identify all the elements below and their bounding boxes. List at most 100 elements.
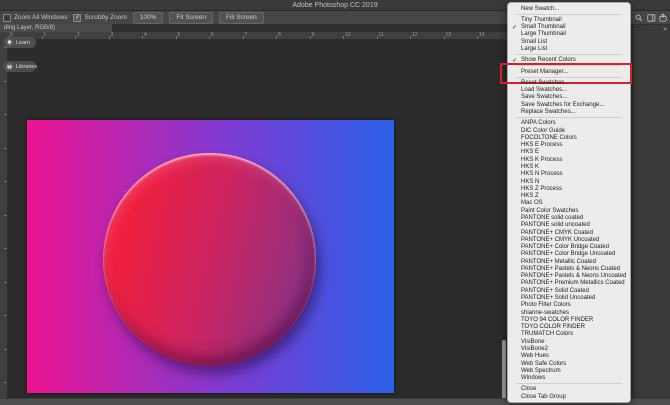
menu-item-web-spectrum[interactable]: Web Spectrum xyxy=(508,367,630,374)
menu-item-label: PANTONE+ Premium Metallics Coated xyxy=(521,280,625,286)
ruler-number: 13 xyxy=(446,32,452,38)
menu-item-pantone-cmyk-coated[interactable]: PANTONE+ CMYK Coated xyxy=(508,229,630,236)
menu-item-focoltone-colors[interactable]: FOCOLTONE Colors xyxy=(508,134,630,141)
collapse-panels-icon[interactable]: » xyxy=(663,26,667,33)
checkmark-icon: ✓ xyxy=(512,57,517,64)
menu-item-web-safe-colors[interactable]: Web Safe Colors xyxy=(508,360,630,367)
menu-item-hks-z-process[interactable]: HKS Z Process xyxy=(508,185,630,192)
menu-item-pantone-pastels-neons-uncoated[interactable]: PANTONE+ Pastels & Neons Uncoated xyxy=(508,273,630,280)
share-icon[interactable] xyxy=(659,13,667,22)
option-checkbox-scrubby-zoom[interactable]: ✓Scrubby Zoom xyxy=(73,14,126,22)
vertical-scrollbar-thumb[interactable] xyxy=(502,340,506,405)
option-button-100[interactable]: 100% xyxy=(133,12,164,24)
menu-item-visibone2[interactable]: VisiBone2 xyxy=(508,345,630,352)
checkbox-checked-icon[interactable]: ✓ xyxy=(73,14,81,22)
menu-item-show-recent-colors[interactable]: ✓Show Recent Colors xyxy=(508,57,630,64)
option-checkbox-zoom-all-windows[interactable]: Zoom All Windows xyxy=(3,14,67,22)
menu-item-label: Close Tab Group xyxy=(521,394,566,400)
menu-item-pantone-color-bridge-uncoated[interactable]: PANTONE+ Color Bridge Uncoated xyxy=(508,251,630,258)
menu-item-pantone-premium-metallics-coated[interactable]: PANTONE+ Premium Metallics Coated xyxy=(508,280,630,287)
option-button-fit-screen[interactable]: Fit Screen xyxy=(169,12,213,24)
document-tab[interactable]: ding Layer, RGB/8) xyxy=(0,24,112,32)
menu-item-label: PANTONE solid uncoated xyxy=(521,222,590,228)
document-tab-label: ding Layer, RGB/8) xyxy=(4,25,55,31)
menu-item-label: PANTONE+ Solid Uncoated xyxy=(521,295,595,301)
menu-item-label: DIC Color Guide xyxy=(521,128,565,134)
menu-item-pantone-color-bridge-coated[interactable]: PANTONE+ Color Bridge Coated xyxy=(508,243,630,250)
menu-item-windows[interactable]: Windows xyxy=(508,375,630,382)
menu-item-photo-filter-colors[interactable]: Photo Filter Colors xyxy=(508,302,630,309)
menu-item-new-swatch[interactable]: New Swatch... xyxy=(508,5,630,12)
ruler-number: 7 xyxy=(245,32,248,38)
document-canvas[interactable] xyxy=(27,120,394,393)
menu-item-reset-swatches[interactable]: Reset Swatches... xyxy=(508,79,630,86)
menu-item-close[interactable]: Close xyxy=(508,386,630,393)
menu-item-save-swatches-for-exchange[interactable]: Save Swatches for Exchange... xyxy=(508,101,630,108)
menu-item-hks-z[interactable]: HKS Z xyxy=(508,192,630,199)
menu-item-label: HKS E xyxy=(521,149,539,155)
menu-item-pantone-pastels-neons-coated[interactable]: PANTONE+ Pastels & Neons Coated xyxy=(508,265,630,272)
ruler-number: 1 xyxy=(44,32,47,38)
workspace-icon[interactable] xyxy=(647,14,656,22)
menu-item-large-list[interactable]: Large List xyxy=(508,45,630,52)
menu-item-mac-os[interactable]: Mac OS xyxy=(508,200,630,207)
menu-item-hks-n[interactable]: HKS N xyxy=(508,178,630,185)
libraries-panel-label: Libraries xyxy=(16,64,37,70)
menu-item-pantone-solid-coated[interactable]: PANTONE solid coated xyxy=(508,214,630,221)
menu-item-replace-swatches[interactable]: Replace Swatches... xyxy=(508,108,630,115)
menu-item-anpa-colors[interactable]: ANPA Colors xyxy=(508,120,630,127)
photoshop-window: Adobe Photoshop CC 2019 Zoom All Windows… xyxy=(0,0,670,405)
menu-item-label: Mac OS xyxy=(521,200,543,206)
menu-item-hks-e-process[interactable]: HKS E Process xyxy=(508,142,630,149)
menu-item-hks-e[interactable]: HKS E xyxy=(508,149,630,156)
search-icon[interactable] xyxy=(635,14,643,22)
menu-item-preset-manager[interactable]: Preset Manager... xyxy=(508,68,630,75)
menu-item-pantone-solid-coated[interactable]: PANTONE+ Solid Coated xyxy=(508,287,630,294)
menu-item-small-thumbnail[interactable]: ✓ Small Thumbnail xyxy=(508,24,630,31)
menu-item-label: Tiny Thumbnail xyxy=(521,17,562,23)
menu-item-close-tab-group[interactable]: Close Tab Group xyxy=(508,393,630,400)
menu-item-label: Save Swatches for Exchange... xyxy=(521,102,604,108)
libraries-panel-button[interactable]: Libraries xyxy=(3,61,36,72)
menu-item-hks-n-process[interactable]: HKS N Process xyxy=(508,171,630,178)
menu-item-label: shianne-swatches xyxy=(521,310,569,316)
checkbox-unchecked-icon[interactable] xyxy=(3,14,11,22)
menu-item-label: Preset Manager... xyxy=(521,69,568,75)
menu-item-label: PANTONE+ CMYK Uncoated xyxy=(521,237,599,243)
menu-item-pantone-metallic-coated[interactable]: PANTONE+ Metallic Coated xyxy=(508,258,630,265)
menu-item-label: PANTONE+ Pastels & Neons Coated xyxy=(521,266,620,272)
menu-item-hks-k-process[interactable]: HKS K Process xyxy=(508,156,630,163)
menu-separator xyxy=(516,383,622,384)
menu-separator xyxy=(516,54,622,55)
menu-item-label: Paint Color Swatches xyxy=(521,208,578,214)
menu-item-save-swatches[interactable]: Save Swatches... xyxy=(508,94,630,101)
red-circle-artwork xyxy=(103,153,316,366)
menu-item-label: PANTONE+ Solid Coated xyxy=(521,288,589,294)
option-button-fill-screen[interactable]: Fill Screen xyxy=(219,12,264,24)
menu-item-pantone-solid-uncoated[interactable]: PANTONE solid uncoated xyxy=(508,222,630,229)
menu-item-hks-k[interactable]: HKS K xyxy=(508,163,630,170)
menu-item-label: New Swatch... xyxy=(521,6,559,12)
menu-item-toyo-color-finder[interactable]: TOYO COLOR FINDER xyxy=(508,324,630,331)
learn-panel-button[interactable]: Learn xyxy=(3,37,36,48)
menu-item-pantone-solid-uncoated[interactable]: PANTONE+ Solid Uncoated xyxy=(508,294,630,301)
menu-item-shianne-swatches[interactable]: shianne-swatches xyxy=(508,309,630,316)
menu-item-small-list[interactable]: Small List xyxy=(508,38,630,45)
window-title: Adobe Photoshop CC 2019 xyxy=(292,2,377,9)
menu-item-toyo-94-color-finder[interactable]: TOYO 94 COLOR FINDER xyxy=(508,316,630,323)
menu-item-visibone[interactable]: VisiBone xyxy=(508,338,630,345)
menu-item-load-swatches[interactable]: Load Swatches... xyxy=(508,87,630,94)
menu-item-label: Photo Filter Colors xyxy=(521,302,571,308)
menu-item-trumatch-colors[interactable]: TRUMATCH Colors xyxy=(508,331,630,338)
menu-item-pantone-cmyk-uncoated[interactable]: PANTONE+ CMYK Uncoated xyxy=(508,236,630,243)
option-checkbox-label: Zoom All Windows xyxy=(14,14,67,21)
ruler-number: 8 xyxy=(278,32,281,38)
menu-item-label: Small Thumbnail xyxy=(521,24,566,30)
menu-item-dic-color-guide[interactable]: DIC Color Guide xyxy=(508,127,630,134)
menu-item-tiny-thumbnail[interactable]: Tiny Thumbnail xyxy=(508,16,630,23)
checkmark-icon: ✓ xyxy=(512,24,517,31)
menu-item-label: Reset Swatches... xyxy=(521,80,569,86)
menu-item-web-hues[interactable]: Web Hues xyxy=(508,353,630,360)
menu-item-large-thumbnail[interactable]: Large Thumbnail xyxy=(508,31,630,38)
menu-item-paint-color-swatches[interactable]: Paint Color Swatches xyxy=(508,207,630,214)
